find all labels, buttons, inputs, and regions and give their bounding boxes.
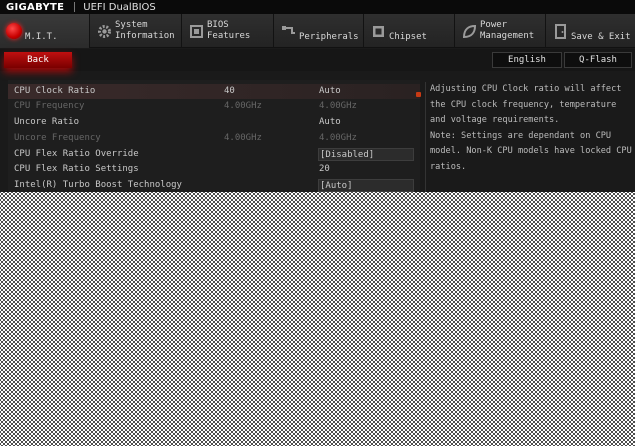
setting-option: 4.00GHz	[319, 133, 357, 143]
setting-row-cpu-flex-ratio-override[interactable]: CPU Flex Ratio Override [Disabled]	[8, 147, 420, 162]
peripherals-icon	[280, 23, 297, 40]
help-note: Note: Settings are dependant on CPU mode…	[430, 130, 632, 172]
tab-mit-label: M.I.T.	[25, 32, 58, 42]
settings-panel: CPU Clock Ratio 40 Auto CPU Frequency 4.…	[8, 80, 420, 192]
tab-peripherals-label: Peripherals	[299, 32, 359, 42]
dithered-overlay	[0, 192, 635, 446]
setting-name: CPU Flex Ratio Override	[14, 149, 139, 159]
language-button[interactable]: English	[492, 52, 562, 68]
setting-option: 4.00GHz	[319, 101, 357, 111]
setting-row-cpu-clock-ratio[interactable]: CPU Clock Ratio 40 Auto	[8, 84, 420, 99]
back-button[interactable]: Back	[4, 52, 72, 68]
help-text: Adjusting CPU Clock ratio will affect th…	[430, 84, 622, 126]
tab-bios-label: BIOS Features	[207, 20, 251, 41]
title-bar: GIGABYTE UEFI DualBIOS	[0, 0, 635, 14]
tab-power-label: Power Management	[480, 20, 535, 41]
chipset-icon	[370, 23, 387, 40]
main-tab-bar: M.I.T. System Information BIOS Features …	[0, 14, 635, 48]
bios-chip-icon	[188, 23, 205, 40]
setting-row-turbo-boost[interactable]: Intel(R) Turbo Boost Technology [Auto]	[8, 178, 420, 193]
tab-save-exit[interactable]: Save & Exit	[546, 14, 635, 48]
setting-name: CPU Flex Ratio Settings	[14, 164, 139, 174]
tab-save-label: Save & Exit	[571, 32, 631, 42]
setting-name: CPU Clock Ratio	[14, 86, 96, 96]
setting-name: Uncore Ratio	[14, 117, 80, 127]
gear-icon	[96, 23, 113, 40]
setting-row-cpu-frequency: CPU Frequency 4.00GHz 4.00GHz	[8, 99, 420, 114]
tab-chipset-label: Chipset	[389, 32, 427, 42]
tab-peripherals[interactable]: Peripherals	[274, 14, 364, 48]
setting-option-select[interactable]: [Auto]	[318, 179, 414, 192]
setting-value: 4.00GHz	[224, 101, 262, 111]
brand-logo: GIGABYTE	[6, 1, 65, 13]
tab-power-management[interactable]: Power Management	[455, 14, 546, 48]
setting-option[interactable]: Auto	[318, 116, 414, 129]
power-leaf-icon	[461, 23, 478, 40]
tab-system-information[interactable]: System Information	[90, 14, 182, 48]
tab-bios-features[interactable]: BIOS Features	[182, 14, 274, 48]
tab-mit[interactable]: M.I.T.	[0, 14, 90, 48]
title-separator	[74, 2, 76, 12]
setting-row-uncore-frequency: Uncore Frequency 4.00GHz 4.00GHz	[8, 131, 420, 146]
setting-value: 4.00GHz	[224, 133, 262, 143]
bios-title: UEFI DualBIOS	[83, 1, 156, 13]
setting-option[interactable]: 20	[318, 163, 414, 176]
setting-name: CPU Frequency	[14, 101, 85, 111]
setting-option[interactable]: Auto	[318, 85, 414, 98]
setting-option-select[interactable]: [Disabled]	[318, 148, 414, 161]
setting-row-uncore-ratio[interactable]: Uncore Ratio Auto	[8, 115, 420, 130]
exit-door-icon	[552, 23, 569, 40]
qflash-button[interactable]: Q-Flash	[564, 52, 632, 68]
tab-chipset[interactable]: Chipset	[364, 14, 455, 48]
setting-row-cpu-flex-ratio-settings[interactable]: CPU Flex Ratio Settings 20	[8, 162, 420, 177]
setting-name: Uncore Frequency	[14, 133, 101, 143]
setting-value: 40	[224, 86, 235, 96]
sub-toolbar: Back English Q-Flash	[0, 49, 635, 71]
help-panel: Adjusting CPU Clock ratio will affect th…	[425, 82, 633, 192]
tab-system-label: System Information	[115, 20, 175, 41]
scroll-indicator[interactable]	[416, 92, 421, 97]
mit-red-dot-icon	[6, 23, 23, 40]
setting-name: Intel(R) Turbo Boost Technology	[14, 180, 182, 190]
